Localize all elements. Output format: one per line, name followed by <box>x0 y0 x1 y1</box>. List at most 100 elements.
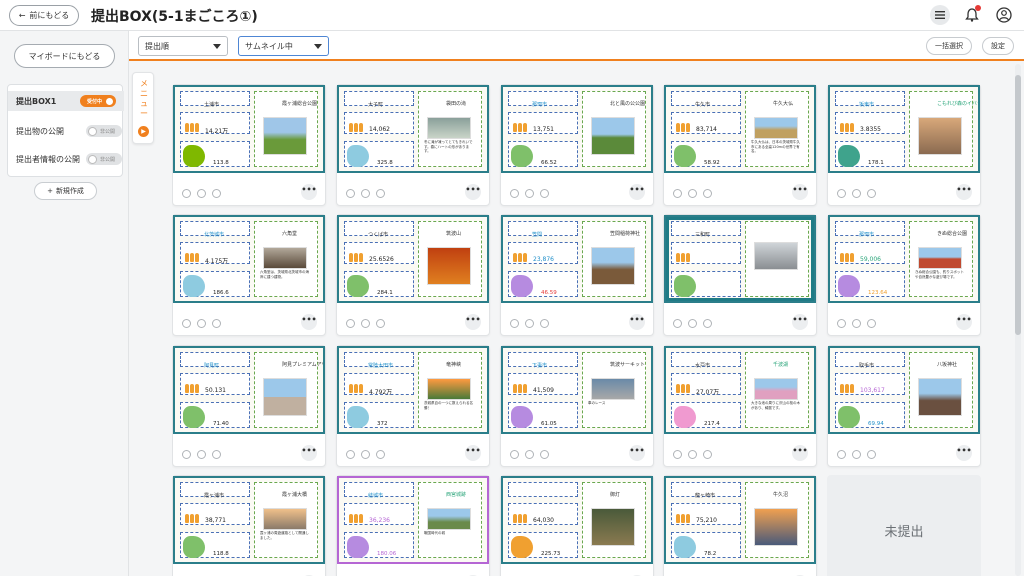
star-icon[interactable] <box>703 189 712 198</box>
more-options-button[interactable]: ••• <box>465 445 481 461</box>
star-icon[interactable] <box>540 319 549 328</box>
submission-card[interactable]: 龍ヶ崎市牛久沼75,21078.2••• <box>663 475 817 576</box>
select-all-button[interactable]: 一括選択 <box>926 37 972 55</box>
smile-icon[interactable] <box>525 189 534 198</box>
star-icon[interactable] <box>703 319 712 328</box>
submission-thumbnail[interactable]: 水戸市 千波湖 27.07万 217.4 大きな池の周りに沢山の桜の木があり、綺麗です。 <box>664 346 816 434</box>
submission-card[interactable]: 水戸市 千波湖 27.07万 217.4 大きな池の周りに沢山の桜の木があり、綺麗です。… <box>663 345 817 467</box>
more-options-button[interactable]: ••• <box>629 445 645 461</box>
more-options-button[interactable]: ••• <box>629 314 645 330</box>
comment-icon[interactable] <box>182 319 191 328</box>
more-options-button[interactable]: ••• <box>792 184 808 200</box>
submission-thumbnail[interactable]: 那珂市 きぬ総合公園 59,006 123.64 きぬ総合公園も、釣りスポットや自然豊か… <box>828 215 980 303</box>
comment-icon[interactable] <box>673 319 682 328</box>
submission-thumbnail[interactable]: 三和町 <box>664 215 816 303</box>
menu-icon[interactable] <box>930 5 950 25</box>
smile-icon[interactable] <box>197 319 206 328</box>
mypage-button[interactable]: マイボードにもどる <box>14 44 115 68</box>
submission-card[interactable]: 牛久市 牛久大仏 83,714 58.92 牛久大仏は、日本の茨城県牛久市にある全高12… <box>663 84 817 206</box>
star-icon[interactable] <box>212 450 221 459</box>
comment-icon[interactable] <box>346 319 355 328</box>
scrollbar-thumb[interactable] <box>1015 75 1021 335</box>
comment-icon[interactable] <box>510 319 519 328</box>
star-icon[interactable] <box>376 450 385 459</box>
accepting-toggle[interactable]: 受付中 <box>80 95 116 107</box>
comment-icon[interactable] <box>837 189 846 198</box>
smile-icon[interactable] <box>852 319 861 328</box>
submission-card[interactable]: 三和町 ••• <box>663 214 817 336</box>
more-options-button[interactable]: ••• <box>465 314 481 330</box>
more-options-button[interactable]: ••• <box>956 445 972 461</box>
more-options-button[interactable]: ••• <box>301 445 317 461</box>
sidebar-item-box1[interactable]: 提出BOX1 受付中 <box>8 91 124 111</box>
submission-thumbnail[interactable]: 阿見町 阿見プレミアムアウトレット 50.131 71.40 <box>173 346 325 434</box>
star-icon[interactable] <box>867 450 876 459</box>
account-icon[interactable] <box>994 5 1014 25</box>
star-icon[interactable] <box>212 319 221 328</box>
menu-tab[interactable]: メニュー ▶ <box>132 72 154 144</box>
submission-thumbnail[interactable]: 下妻市 筑波サーキット 41,509 61.05 車のレース <box>501 346 653 434</box>
more-options-button[interactable]: ••• <box>301 314 317 330</box>
star-icon[interactable] <box>376 189 385 198</box>
submission-card[interactable]: 笠間 笠間稲荷神社 23,876 46.59 ••• <box>500 214 654 336</box>
star-icon[interactable] <box>376 319 385 328</box>
more-options-button[interactable]: ••• <box>465 184 481 200</box>
submission-card[interactable]: 取手市 八坂神社 103,617 69.94 ••• <box>827 345 981 467</box>
star-icon[interactable] <box>703 450 712 459</box>
comment-icon[interactable] <box>182 189 191 198</box>
submission-thumbnail[interactable]: 結城市 西宮城跡 36,236 180.06 戦国時代の城 <box>337 476 489 564</box>
more-options-button[interactable]: ••• <box>792 314 808 330</box>
smile-icon[interactable] <box>525 319 534 328</box>
submission-thumbnail[interactable]: つくば市 筑波山 25.6526 284.1 <box>337 215 489 303</box>
smile-icon[interactable] <box>361 189 370 198</box>
submission-thumbnail[interactable]: 取手市 八坂神社 103,617 69.94 <box>828 346 980 434</box>
comment-icon[interactable] <box>510 450 519 459</box>
submission-card[interactable]: 御灯64,030225.73••• <box>500 475 654 576</box>
submission-card[interactable]: 那珂市 きぬ総合公園 59,006 123.64 きぬ総合公園も、釣りスポットや自然豊か… <box>827 214 981 336</box>
comment-icon[interactable] <box>673 189 682 198</box>
publish-submitter-toggle[interactable]: 非公開 <box>86 153 122 165</box>
submission-card[interactable]: 那珂市 北と風の公公園 13,751 66.52 ••• <box>500 84 654 206</box>
publish-submissions-toggle[interactable]: 非公開 <box>86 125 122 137</box>
comment-icon[interactable] <box>673 450 682 459</box>
submission-thumbnail[interactable]: 坂東市 こもれび森のイバライド 3.8355 178.1 <box>828 85 980 173</box>
more-options-button[interactable]: ••• <box>956 314 972 330</box>
star-icon[interactable] <box>540 189 549 198</box>
comment-icon[interactable] <box>510 189 519 198</box>
smile-icon[interactable] <box>525 450 534 459</box>
smile-icon[interactable] <box>197 189 206 198</box>
submission-card[interactable]: 坂東市 こもれび森のイバライド 3.8355 178.1 ••• <box>827 84 981 206</box>
star-icon[interactable] <box>867 319 876 328</box>
smile-icon[interactable] <box>688 319 697 328</box>
comment-icon[interactable] <box>346 450 355 459</box>
smile-icon[interactable] <box>361 450 370 459</box>
submission-thumbnail[interactable]: 那珂市 北と風の公公園 13,751 66.52 <box>501 85 653 173</box>
submission-card[interactable]: つくば市 筑波山 25.6526 284.1 ••• <box>336 214 490 336</box>
new-create-button[interactable]: + 新規作成 <box>34 182 97 200</box>
submission-thumbnail[interactable]: 龍ヶ崎市 牛久沼 75,210 78.2 <box>664 476 816 564</box>
smile-icon[interactable] <box>852 450 861 459</box>
star-icon[interactable] <box>212 189 221 198</box>
more-options-button[interactable]: ••• <box>629 184 645 200</box>
smile-icon[interactable] <box>197 450 206 459</box>
comment-icon[interactable] <box>346 189 355 198</box>
submission-thumbnail[interactable]: 大子町 袋田の滝 14,062 325.8 冬に滝が凍ってとてもきれいです。春にハートの… <box>337 85 489 173</box>
submission-thumbnail[interactable]: 牛久市 牛久大仏 83,714 58.92 牛久大仏は、日本の茨城県牛久市にある全高12… <box>664 85 816 173</box>
comment-icon[interactable] <box>837 319 846 328</box>
smile-icon[interactable] <box>361 319 370 328</box>
smile-icon[interactable] <box>688 189 697 198</box>
submission-card[interactable]: 阿見町 阿見プレミアムアウトレット 50.131 71.40 ••• <box>172 345 326 467</box>
smile-icon[interactable] <box>688 450 697 459</box>
submission-thumbnail[interactable]: 北茨城市 六角堂 4.175万 186.6 六角堂は、茨城県北茨城市の海岸に建つ建物。 <box>173 215 325 303</box>
submission-card[interactable]: 北茨城市 六角堂 4.175万 186.6 六角堂は、茨城県北茨城市の海岸に建つ建物。 •… <box>172 214 326 336</box>
view-select[interactable]: サムネイル中 <box>238 36 329 56</box>
more-options-button[interactable]: ••• <box>792 445 808 461</box>
submission-thumbnail[interactable]: 土浦市 霞ヶ浦総合公園 14.21万 113.8 <box>173 85 325 173</box>
back-button[interactable]: ← 前にもどる <box>9 5 79 26</box>
star-icon[interactable] <box>540 450 549 459</box>
star-icon[interactable] <box>867 189 876 198</box>
submission-card[interactable]: 霞ヶ浦市霞ヶ浦大橋38,771118.8霞ヶ浦の周遊道路として開通しました。••… <box>172 475 326 576</box>
submission-card[interactable]: 土浦市 霞ヶ浦総合公園 14.21万 113.8 ••• <box>172 84 326 206</box>
submission-card[interactable]: 大子町 袋田の滝 14,062 325.8 冬に滝が凍ってとてもきれいです。春にハートの… <box>336 84 490 206</box>
submission-card[interactable]: 結城市西宮城跡36,236180.06戦国時代の城••• <box>336 475 490 576</box>
